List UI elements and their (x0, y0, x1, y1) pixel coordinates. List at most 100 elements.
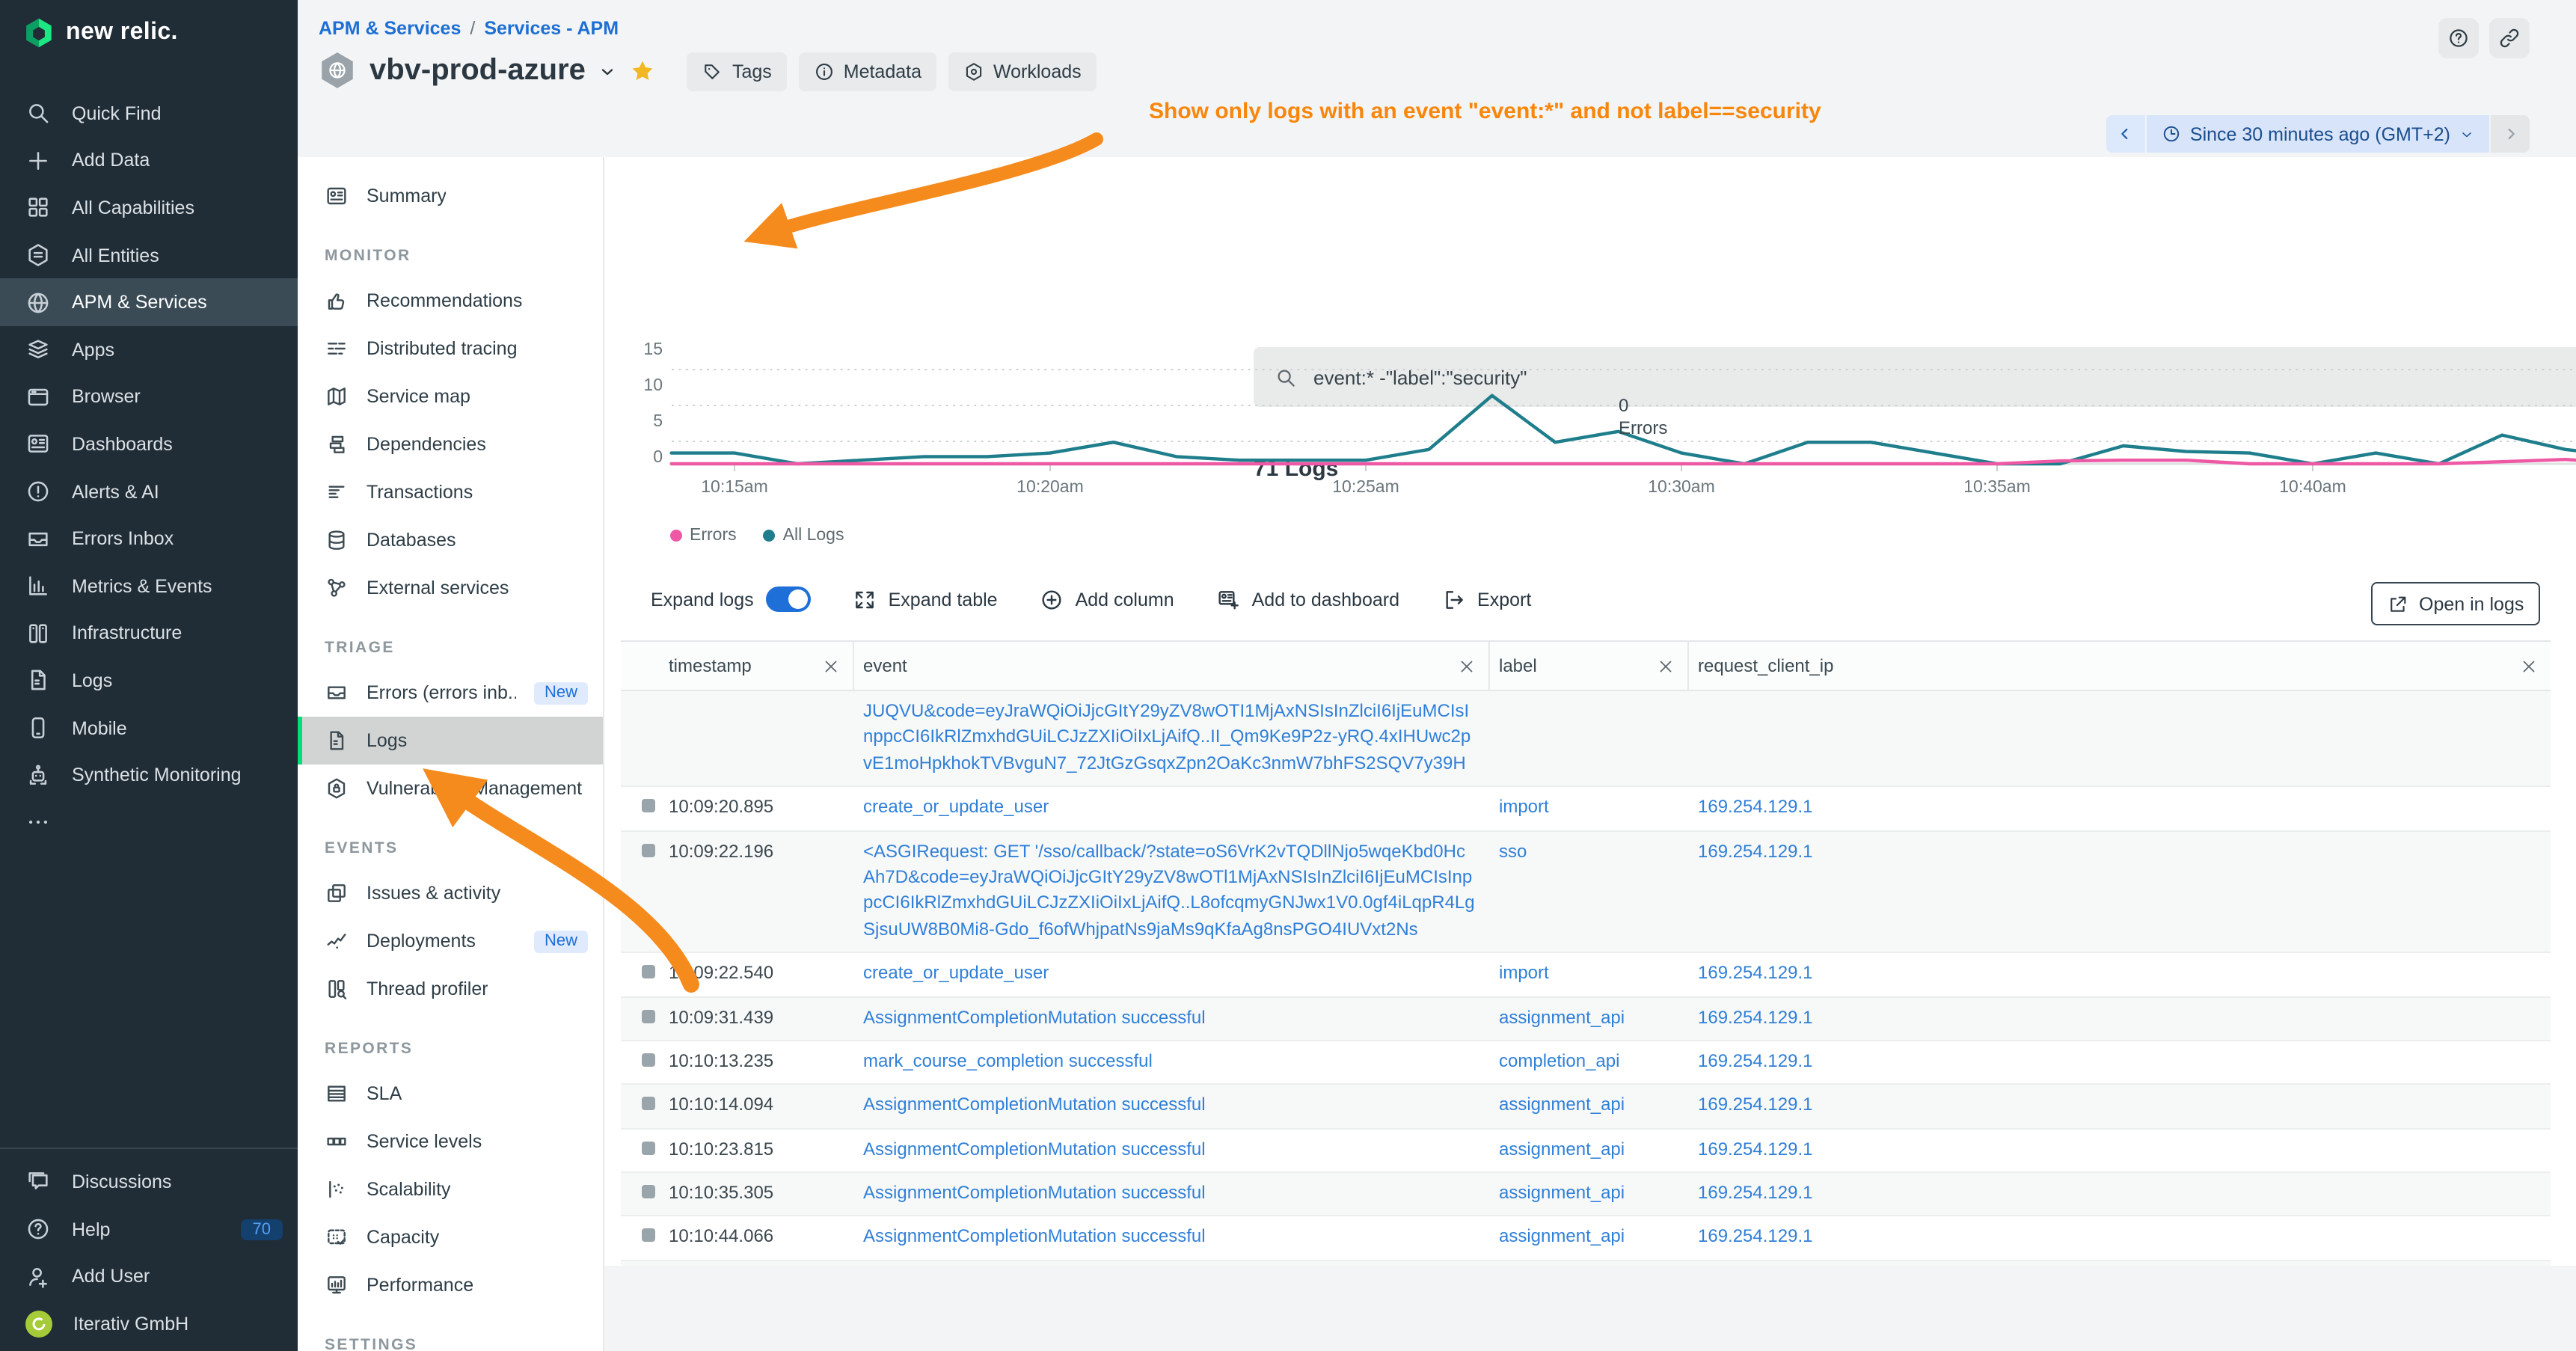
ip-link[interactable]: 169.254.129.1 (1698, 1138, 1813, 1159)
label-link[interactable]: completion_api (1499, 1050, 1619, 1071)
subnav-item-deployments[interactable]: DeploymentsNew (298, 917, 603, 965)
subnav-item-service-map[interactable]: Service map (298, 373, 603, 420)
time-range-selector[interactable]: Since 30 minutes ago (GMT+2) (2147, 115, 2489, 153)
subnav-item-capacity[interactable]: Capacity (298, 1213, 603, 1261)
sidebar-item-dashboards[interactable]: Dashboards (0, 420, 298, 468)
event-link[interactable]: create_or_update_user (863, 962, 1049, 983)
table-row[interactable]: 10:10:35.305AssignmentCompletionMutation… (621, 1173, 2551, 1217)
subnav-item-service-levels[interactable]: Service levels (298, 1118, 603, 1165)
time-back-button[interactable] (2106, 115, 2145, 153)
entity-chevron-down-icon[interactable] (599, 62, 617, 80)
table-row[interactable]: JUQVU&code=eyJraWQiOiJjcGItY29yZV8wOTI1M… (621, 691, 2551, 787)
table-row[interactable]: 10:09:31.439AssignmentCompletionMutation… (621, 997, 2551, 1041)
event-link[interactable]: AssignmentCompletionMutation successful (863, 1094, 1206, 1115)
subnav-item-transactions[interactable]: Transactions (298, 468, 603, 516)
row-marker[interactable] (642, 843, 655, 857)
label-link[interactable]: assignment_api (1499, 1226, 1625, 1247)
subnav-item-performance[interactable]: Performance (298, 1261, 603, 1309)
row-marker[interactable] (642, 1009, 655, 1023)
add-column-button[interactable]: Add column (1040, 587, 1174, 611)
open-in-logs-button[interactable]: Open in logs (2371, 582, 2540, 625)
ip-link[interactable]: 169.254.129.1 (1698, 796, 1813, 817)
sidebar-item-add-user[interactable]: Add User (0, 1253, 298, 1301)
label-link[interactable]: assignment_api (1499, 1094, 1625, 1115)
label-link[interactable]: assignment_api (1499, 1138, 1625, 1159)
workloads-button[interactable]: Workloads (948, 52, 1097, 91)
label-link[interactable]: import (1499, 962, 1549, 983)
table-row[interactable]: 10:10:23.815AssignmentCompletionMutation… (621, 1129, 2551, 1173)
subnav-item-issues-activity[interactable]: Issues & activity (298, 869, 603, 917)
row-marker[interactable] (642, 1053, 655, 1067)
event-link[interactable]: AssignmentCompletionMutation successful (863, 1226, 1206, 1247)
sidebar-item-more[interactable] (0, 799, 298, 846)
subnav-item-recommendations[interactable]: Recommendations (298, 277, 603, 325)
sidebar-item-iterativ-gmbh[interactable]: Iterativ GmbH (0, 1300, 298, 1348)
label-link[interactable]: assignment_api (1499, 1006, 1625, 1027)
event-link[interactable]: JUQVU&code=eyJraWQiOiJjcGItY29yZV8wOTI1M… (863, 700, 1471, 773)
label-link[interactable]: sso (1499, 840, 1527, 861)
table-row[interactable]: 10:09:22.540create_or_update_userimport1… (621, 953, 2551, 997)
copy-link-button[interactable] (2489, 18, 2530, 58)
event-link[interactable]: <ASGIRequest: GET '/sso/callback/?state=… (863, 840, 1475, 939)
sidebar-item-apps[interactable]: Apps (0, 326, 298, 373)
table-row[interactable]: 10:10:44.066AssignmentCompletionMutation… (621, 1217, 2551, 1261)
table-row[interactable]: 10:09:20.895create_or_update_userimport1… (621, 787, 2551, 831)
sidebar-item-add-data[interactable]: Add Data (0, 137, 298, 184)
row-marker[interactable] (642, 1229, 655, 1243)
logs-timeseries-chart[interactable]: 15105010:15am10:20am10:25am10:30am10:35a… (603, 332, 2576, 534)
remove-column-icon[interactable] (1656, 656, 1675, 676)
remove-column-icon[interactable] (821, 656, 841, 676)
breadcrumb-link-apm-services[interactable]: APM & Services (319, 18, 461, 39)
sidebar-item-all-entities[interactable]: All Entities (0, 232, 298, 279)
column-header-timestamp[interactable]: timestamp (660, 642, 854, 690)
subnav-item-errors-errors-inb[interactable]: Errors (errors inb...New (298, 669, 603, 717)
row-marker[interactable] (642, 1141, 655, 1154)
ip-link[interactable]: 169.254.129.1 (1698, 1006, 1813, 1027)
sidebar-item-quick-find[interactable]: Quick Find (0, 90, 298, 137)
table-row[interactable]: 10:09:22.196<ASGIRequest: GET '/sso/call… (621, 831, 2551, 953)
column-header-event[interactable]: event (854, 642, 1490, 690)
subnav-item-external-services[interactable]: External services (298, 564, 603, 612)
column-header-ip[interactable]: request_client_ip (1689, 642, 2551, 690)
event-link[interactable]: AssignmentCompletionMutation successful (863, 1006, 1206, 1027)
sidebar-item-synthetic-monitoring[interactable]: Synthetic Monitoring (0, 752, 298, 799)
subnav-item-distributed-tracing[interactable]: Distributed tracing (298, 325, 603, 373)
subnav-item-sla[interactable]: SLA (298, 1070, 603, 1118)
expand-logs-toggle[interactable] (766, 586, 811, 612)
sidebar-item-help[interactable]: Help70 (0, 1205, 298, 1253)
help-button[interactable] (2438, 18, 2479, 58)
time-forward-button[interactable] (2491, 115, 2530, 153)
sidebar-item-metrics-events[interactable]: Metrics & Events (0, 563, 298, 610)
row-marker[interactable] (642, 965, 655, 978)
subnav-item-summary[interactable]: Summary (298, 172, 603, 220)
event-link[interactable]: create_or_update_user (863, 796, 1049, 817)
entity-title[interactable]: vbv-prod-azure (369, 54, 586, 88)
sidebar-item-all-capabilities[interactable]: All Capabilities (0, 184, 298, 231)
add-to-dashboard-button[interactable]: Add to dashboard (1216, 587, 1399, 611)
legend-item-all-logs[interactable]: All Logs (764, 527, 844, 545)
remove-column-icon[interactable] (2519, 656, 2539, 676)
favorite-star-icon[interactable] (631, 58, 656, 84)
sidebar-item-browser[interactable]: Browser (0, 373, 298, 420)
column-header-label[interactable]: label (1490, 642, 1689, 690)
label-link[interactable]: import (1499, 796, 1549, 817)
metadata-button[interactable]: Metadata (799, 52, 936, 91)
subnav-item-thread-profiler[interactable]: Thread profiler (298, 965, 603, 1013)
sidebar-item-logs[interactable]: Logs (0, 657, 298, 704)
event-link[interactable]: mark_course_completion successful (863, 1050, 1153, 1071)
subnav-item-dependencies[interactable]: Dependencies (298, 420, 603, 468)
tags-button[interactable]: Tags (687, 52, 787, 91)
new-relic-logo[interactable]: new relic. (22, 16, 178, 49)
ip-link[interactable]: 169.254.129.1 (1698, 1226, 1813, 1247)
row-marker[interactable] (642, 799, 655, 812)
table-row[interactable]: 10:10:13.235mark_course_completion succe… (621, 1041, 2551, 1085)
row-marker[interactable] (642, 1185, 655, 1198)
event-link[interactable]: AssignmentCompletionMutation successful (863, 1182, 1206, 1203)
sidebar-item-discussions[interactable]: Discussions (0, 1158, 298, 1206)
breadcrumb-link-services-apm[interactable]: Services - APM (484, 18, 619, 39)
ip-link[interactable]: 169.254.129.1 (1698, 1182, 1813, 1203)
sidebar-item-alerts-ai[interactable]: Alerts & AI (0, 468, 298, 515)
sidebar-item-infrastructure[interactable]: Infrastructure (0, 610, 298, 657)
legend-item-errors[interactable]: Errors (670, 527, 737, 545)
row-marker[interactable] (642, 1097, 655, 1111)
